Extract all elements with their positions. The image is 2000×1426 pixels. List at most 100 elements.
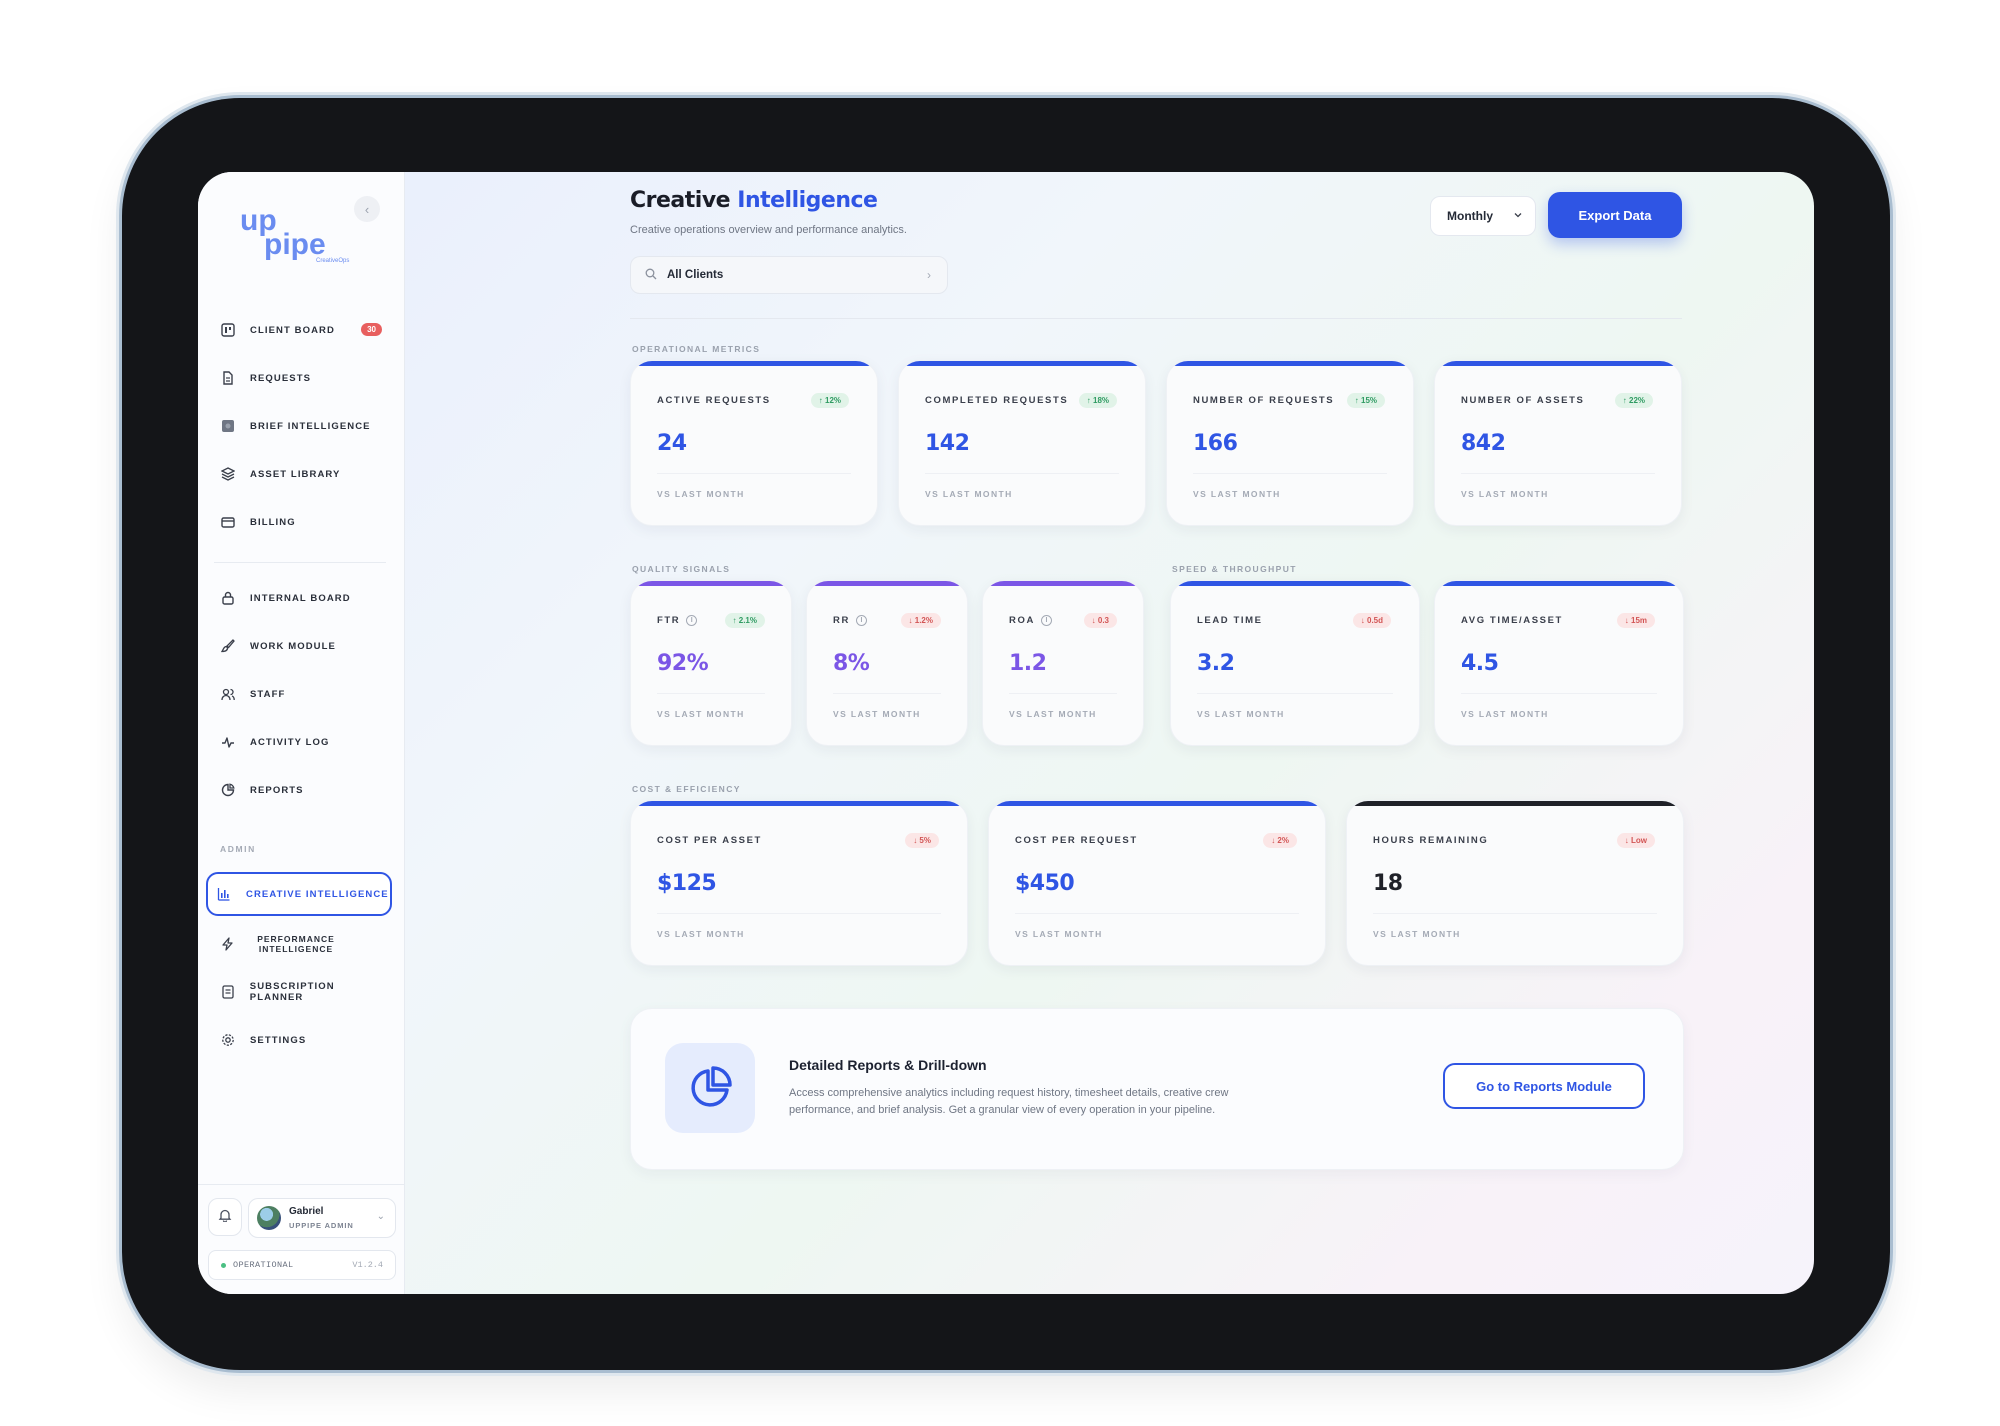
metric-label-text: ROA [1009,615,1035,627]
metric-value: 142 [925,431,970,456]
metric-value: 1.2 [1009,651,1047,676]
sidebar-item-label: INTERNAL BOARD [250,592,351,604]
search-icon [645,268,657,283]
section-label-cost: COST & EFFICIENCY [632,784,741,794]
card-divider [1461,693,1657,694]
admin-section-label: ADMIN [220,844,256,854]
sidebar-item-brief-intelligence[interactable]: BRIEF INTELLIGENCE [212,408,390,444]
chevron-down-icon [1513,210,1523,223]
user-role: UPPIPE ADMIN [289,1221,354,1230]
metric-card-hours-remaining[interactable]: HOURS REMAINING ↓ Low 18 VS LAST MONTH [1346,800,1684,966]
section-label-speed: SPEED & THROUGHPUT [1172,564,1297,574]
bar-chart-icon [216,886,232,902]
metric-card-rr[interactable]: RR i ↓ 1.2% 8% VS LAST MONTH [806,580,968,746]
metric-card-active-requests[interactable]: ACTIVE REQUESTS ↑ 12% 24 VS LAST MONTH [630,360,878,526]
sidebar-item-activity-log[interactable]: ACTIVITY LOG [212,724,390,760]
card-divider [1009,693,1117,694]
bell-icon [218,1208,232,1227]
users-icon [220,686,236,702]
delta-badge: ↑ 18% [1078,393,1117,408]
metric-card-lead-time[interactable]: LEAD TIME ↓ 0.5d 3.2 VS LAST MONTH [1170,580,1420,746]
page-subtitle: Creative operations overview and perform… [630,224,907,236]
metric-card-avg-time-asset[interactable]: AVG TIME/ASSET ↓ 15m 4.5 VS LAST MONTH [1434,580,1684,746]
sidebar-item-performance-intelligence[interactable]: PERFORMANCE INTELLIGENCE [212,926,390,962]
sidebar-item-settings[interactable]: SETTINGS [212,1022,390,1058]
sidebar: ‹ up pipe CreativeOps CLIENT BOARD 30 RE… [198,172,405,1294]
sidebar-item-asset-library[interactable]: ASSET LIBRARY [212,456,390,492]
sidebar-item-reports[interactable]: REPORTS [212,772,390,808]
brief-icon [220,418,236,434]
page-title-part1: Creative [630,188,731,213]
planner-icon [220,984,236,1000]
metric-value: 18 [1373,871,1403,896]
sidebar-item-label: ASSET LIBRARY [250,468,341,480]
metric-card-number-of-requests[interactable]: NUMBER OF REQUESTS ↑ 15% 166 VS LAST MON… [1166,360,1414,526]
delta-badge: ↓ 15m [1616,613,1655,628]
export-data-button[interactable]: Export Data [1548,192,1682,238]
metric-card-cost-per-request[interactable]: COST PER REQUEST ↓ 2% $450 VS LAST MONTH [988,800,1326,966]
page-title-part2: Intelligence [737,188,878,213]
chevron-right-icon: › [927,268,931,282]
card-divider [1373,913,1657,914]
period-select[interactable]: Monthly [1430,196,1536,236]
metric-label: HOURS REMAINING [1373,835,1489,846]
delta-badge: ↓ 0.5d [1352,613,1391,628]
metric-value: 166 [1193,431,1238,456]
pie-chart-icon [665,1043,755,1133]
metric-comparison-label: VS LAST MONTH [1461,709,1549,719]
card-divider [657,693,765,694]
delta-badge: ↓ 2% [1263,833,1297,848]
metric-card-completed-requests[interactable]: COMPLETED REQUESTS ↑ 18% 142 VS LAST MON… [898,360,1146,526]
promo-description: Access comprehensive analytics including… [789,1087,1229,1116]
sidebar-item-billing[interactable]: BILLING [212,504,390,540]
sidebar-item-work-module[interactable]: WORK MODULE [212,628,390,664]
sidebar-item-subscription-planner[interactable]: SUBSCRIPTION PLANNER [212,974,390,1010]
client-filter[interactable]: All Clients › [630,256,948,294]
sidebar-item-client-board[interactable]: CLIENT BOARD 30 [212,312,390,348]
sidebar-item-label: ACTIVITY LOG [250,736,330,748]
sidebar-item-label: STAFF [250,688,286,700]
card-divider [657,913,941,914]
sidebar-item-requests[interactable]: REQUESTS [212,360,390,396]
sidebar-item-label: PERFORMANCE INTELLIGENCE [257,934,335,954]
metric-comparison-label: VS LAST MONTH [1009,709,1097,719]
metric-comparison-label: VS LAST MONTH [1373,929,1461,939]
version-label: V1.2.4 [352,1260,383,1270]
info-icon[interactable]: i [855,615,867,626]
metric-label-text: RR [833,615,850,627]
document-icon [220,370,236,386]
metric-label: NUMBER OF REQUESTS [1193,395,1335,406]
metric-value: 4.5 [1461,651,1499,676]
metric-comparison-label: VS LAST MONTH [1197,709,1285,719]
sidebar-item-creative-intelligence[interactable]: CREATIVE INTELLIGENCE [206,872,392,916]
delta-badge: ↓ Low [1616,833,1655,848]
delta-badge: ↓ 5% [905,833,939,848]
metric-card-ftr[interactable]: FTR i ↑ 2.1% 92% VS LAST MONTH [630,580,792,746]
card-divider [1461,473,1655,474]
info-icon[interactable]: i [1040,615,1052,626]
metric-comparison-label: VS LAST MONTH [657,709,745,719]
delta-badge: ↑ 15% [1346,393,1385,408]
metric-card-number-of-assets[interactable]: NUMBER OF ASSETS ↑ 22% 842 VS LAST MONTH [1434,360,1682,526]
sidebar-item-staff[interactable]: STAFF [212,676,390,712]
delta-badge: ↑ 22% [1614,393,1653,408]
metric-label: COST PER ASSET [657,835,762,846]
sidebar-item-label: WORK MODULE [250,640,336,652]
go-to-reports-button[interactable]: Go to Reports Module [1443,1063,1645,1109]
sidebar-item-label: REPORTS [250,784,304,796]
sidebar-item-internal-board[interactable]: INTERNAL BOARD [212,580,390,616]
metric-card-roa[interactable]: ROA i ↓ 0.3 1.2 VS LAST MONTH [982,580,1144,746]
kanban-icon [220,322,236,338]
metric-comparison-label: VS LAST MONTH [925,489,1013,499]
user-menu[interactable]: Gabriel UPPIPE ADMIN ⌄ [248,1198,396,1238]
card-divider [925,473,1119,474]
metric-card-cost-per-asset[interactable]: COST PER ASSET ↓ 5% $125 VS LAST MONTH [630,800,968,966]
card-divider [657,473,851,474]
delta-badge: ↓ 1.2% [900,613,941,628]
page-title: Creative Intelligence [630,188,878,213]
info-icon[interactable]: i [686,615,698,626]
notifications-button[interactable] [208,1198,242,1236]
metric-value: $125 [657,871,717,896]
metric-value: 8% [833,651,870,676]
system-status: OPERATIONAL V1.2.4 [208,1250,396,1280]
